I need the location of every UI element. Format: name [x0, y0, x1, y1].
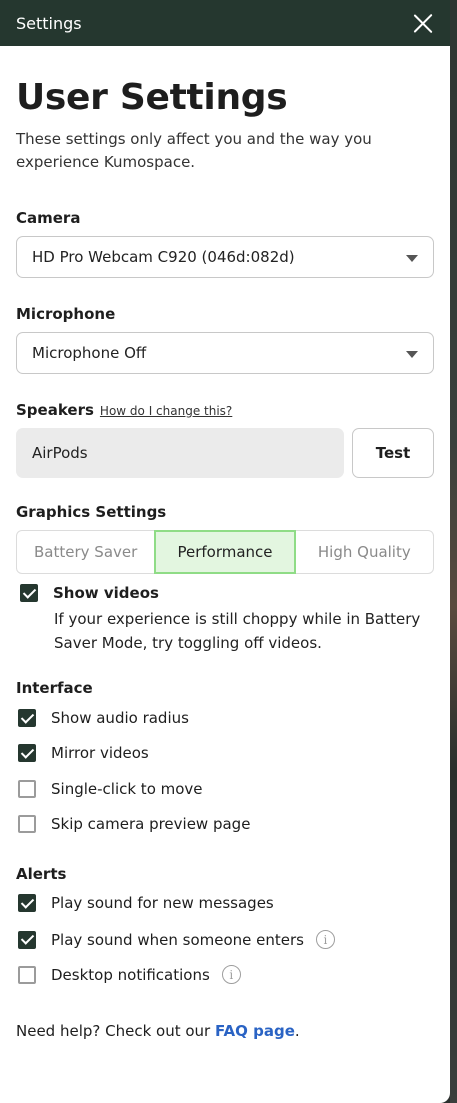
test-speaker-button[interactable]: Test	[352, 428, 434, 478]
camera-select[interactable]: HD Pro Webcam C920 (046d:082d)	[16, 236, 434, 278]
desktop-notifications-label: Desktop notifications	[51, 965, 210, 984]
chevron-down-icon	[406, 255, 418, 262]
show-videos-checkbox[interactable]	[20, 584, 38, 602]
interface-option: Show audio radius	[18, 709, 189, 727]
graphics-option-high-quality[interactable]: High Quality	[296, 531, 433, 573]
graphics-option-battery-saver[interactable]: Battery Saver	[17, 531, 154, 573]
show-videos-option: Show videos	[20, 584, 159, 602]
speaker-output-field: AirPods	[16, 428, 344, 478]
speakers-label-row: Speakers How do I change this?	[16, 401, 232, 419]
microphone-label: Microphone	[16, 305, 116, 323]
someone-enters-sound-checkbox[interactable]	[18, 930, 36, 949]
someone-enters-sound-label: Play sound when someone enters	[51, 930, 304, 949]
interface-option: Single-click to move	[18, 780, 203, 798]
single-click-move-checkbox[interactable]	[18, 780, 36, 798]
close-icon[interactable]	[412, 12, 434, 34]
alerts-label: Alerts	[16, 865, 67, 883]
info-icon[interactable]: i	[221, 965, 241, 984]
background-video-strip	[450, 0, 457, 1103]
page-title: User Settings	[16, 77, 288, 118]
alerts-option: Play sound when someone enters i	[18, 930, 335, 949]
speakers-label: Speakers	[16, 401, 94, 419]
interface-label: Interface	[16, 679, 93, 697]
graphics-option-performance[interactable]: Performance	[154, 530, 296, 574]
window-title: Settings	[16, 13, 82, 33]
settings-panel: Settings User Settings These settings on…	[0, 0, 450, 1103]
new-messages-sound-label: Play sound for new messages	[51, 894, 274, 912]
desktop-notifications-checkbox[interactable]	[18, 965, 36, 984]
mirror-videos-label: Mirror videos	[51, 744, 149, 762]
show-audio-radius-checkbox[interactable]	[18, 709, 36, 727]
skip-camera-preview-checkbox[interactable]	[18, 815, 36, 833]
graphics-mode-selector: Battery Saver Performance High Quality	[16, 530, 434, 574]
skip-camera-preview-label: Skip camera preview page	[51, 815, 251, 833]
speakers-help-link[interactable]: How do I change this?	[100, 404, 232, 418]
page-subtitle: These settings only affect you and the w…	[16, 130, 372, 171]
help-footer: Need help? Check out our FAQ page.	[16, 1022, 300, 1040]
mirror-videos-checkbox[interactable]	[18, 744, 36, 762]
title-bar: Settings	[0, 0, 450, 46]
microphone-selected-value: Microphone Off	[32, 344, 147, 362]
alerts-option: Desktop notifications i	[18, 965, 241, 984]
show-audio-radius-label: Show audio radius	[51, 709, 189, 727]
info-icon[interactable]: i	[315, 930, 335, 949]
interface-option: Mirror videos	[18, 744, 149, 762]
interface-option: Skip camera preview page	[18, 815, 250, 833]
faq-link[interactable]: FAQ page	[215, 1022, 295, 1040]
help-text: Need help? Check out our	[16, 1022, 215, 1040]
alerts-option: Play sound for new messages	[18, 894, 274, 912]
help-text-end: .	[294, 1022, 300, 1040]
chevron-down-icon	[406, 351, 418, 358]
microphone-select[interactable]: Microphone Off	[16, 332, 434, 374]
camera-selected-value: HD Pro Webcam C920 (046d:082d)	[32, 248, 295, 266]
single-click-move-label: Single-click to move	[51, 780, 203, 798]
show-videos-description: If your experience is still choppy while…	[54, 610, 421, 652]
camera-label: Camera	[16, 209, 81, 227]
graphics-settings-label: Graphics Settings	[16, 503, 167, 521]
speaker-output-value: AirPods	[32, 444, 88, 462]
show-videos-label: Show videos	[53, 584, 159, 602]
new-messages-sound-checkbox[interactable]	[18, 894, 36, 912]
